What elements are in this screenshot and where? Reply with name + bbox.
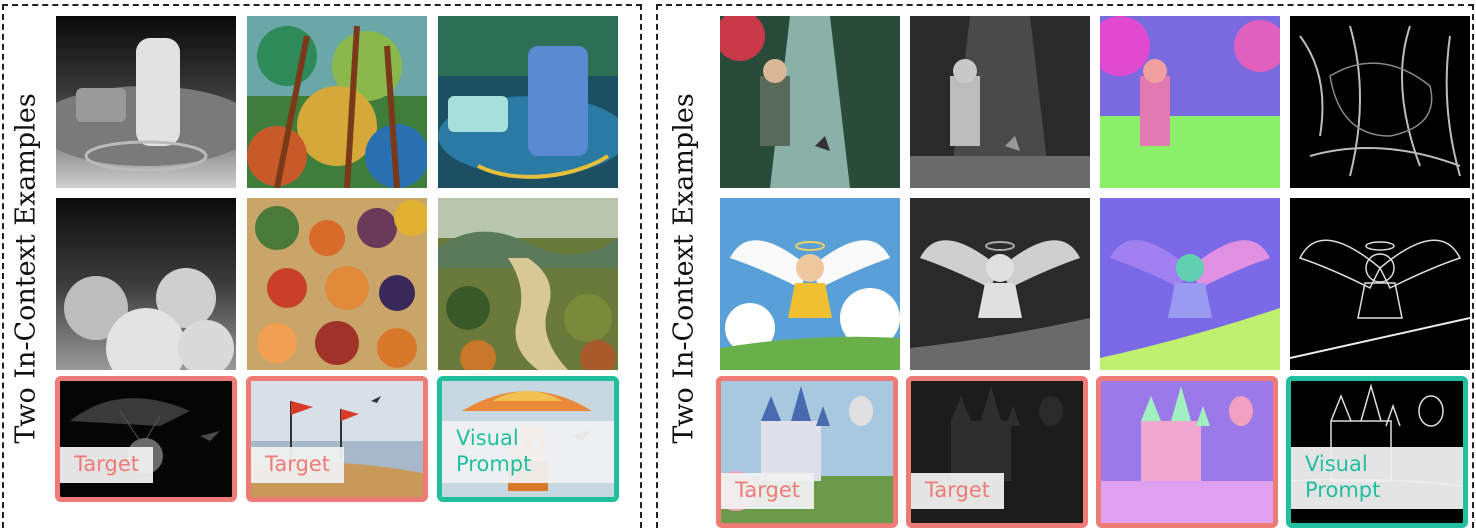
flying-angel-girl-image [720, 198, 900, 370]
painted-river-valley-image [438, 198, 618, 370]
depth-powerbank-image [56, 16, 236, 188]
target-tag: Target [911, 473, 1004, 509]
normal-forest-boy-image [1100, 16, 1280, 188]
powerbank-painting-image [438, 16, 618, 188]
target-tag: Target [721, 473, 814, 509]
target-tag: Target [251, 447, 344, 483]
painted-forest-image [247, 16, 427, 188]
right-example-panel: Two In-Context Examples Target Target Vi… [656, 4, 1474, 528]
forest-boy-dog-image [720, 16, 900, 188]
left-example-panel: Two In-Context Examples Target Target Vi… [2, 4, 642, 528]
normal-castle-image [1101, 381, 1273, 523]
right-side-label-box: Two In-Context Examples [664, 6, 704, 530]
query-depth-castle-cell: Target [906, 376, 1088, 528]
query-parachute-kid-cell: Visual Prompt [437, 376, 619, 502]
edge-forest-image [1290, 16, 1470, 188]
painted-fruits-image [247, 198, 427, 370]
query-depth-parachute-cell: Target [55, 376, 237, 502]
depth-angel-image [910, 198, 1090, 370]
visual-prompt-tag: Visual Prompt [442, 421, 614, 483]
target-tag: Target [60, 447, 153, 483]
query-normal-castle-cell [1096, 376, 1278, 528]
depth-forest-boy-image [910, 16, 1090, 188]
query-edge-castle-cell: Visual Prompt [1286, 376, 1468, 528]
left-side-label-box: Two In-Context Examples [6, 6, 46, 530]
query-fairy-castle-cell: Target [716, 376, 898, 528]
depth-clouds-image [56, 198, 236, 370]
side-label: Two In-Context Examples [668, 92, 700, 444]
side-label: Two In-Context Examples [10, 92, 42, 444]
query-flags-seaside-cell: Target [246, 376, 428, 502]
edge-angel-image [1290, 198, 1470, 370]
visual-prompt-tag: Visual Prompt [1291, 447, 1463, 509]
normal-angel-image [1100, 198, 1280, 370]
